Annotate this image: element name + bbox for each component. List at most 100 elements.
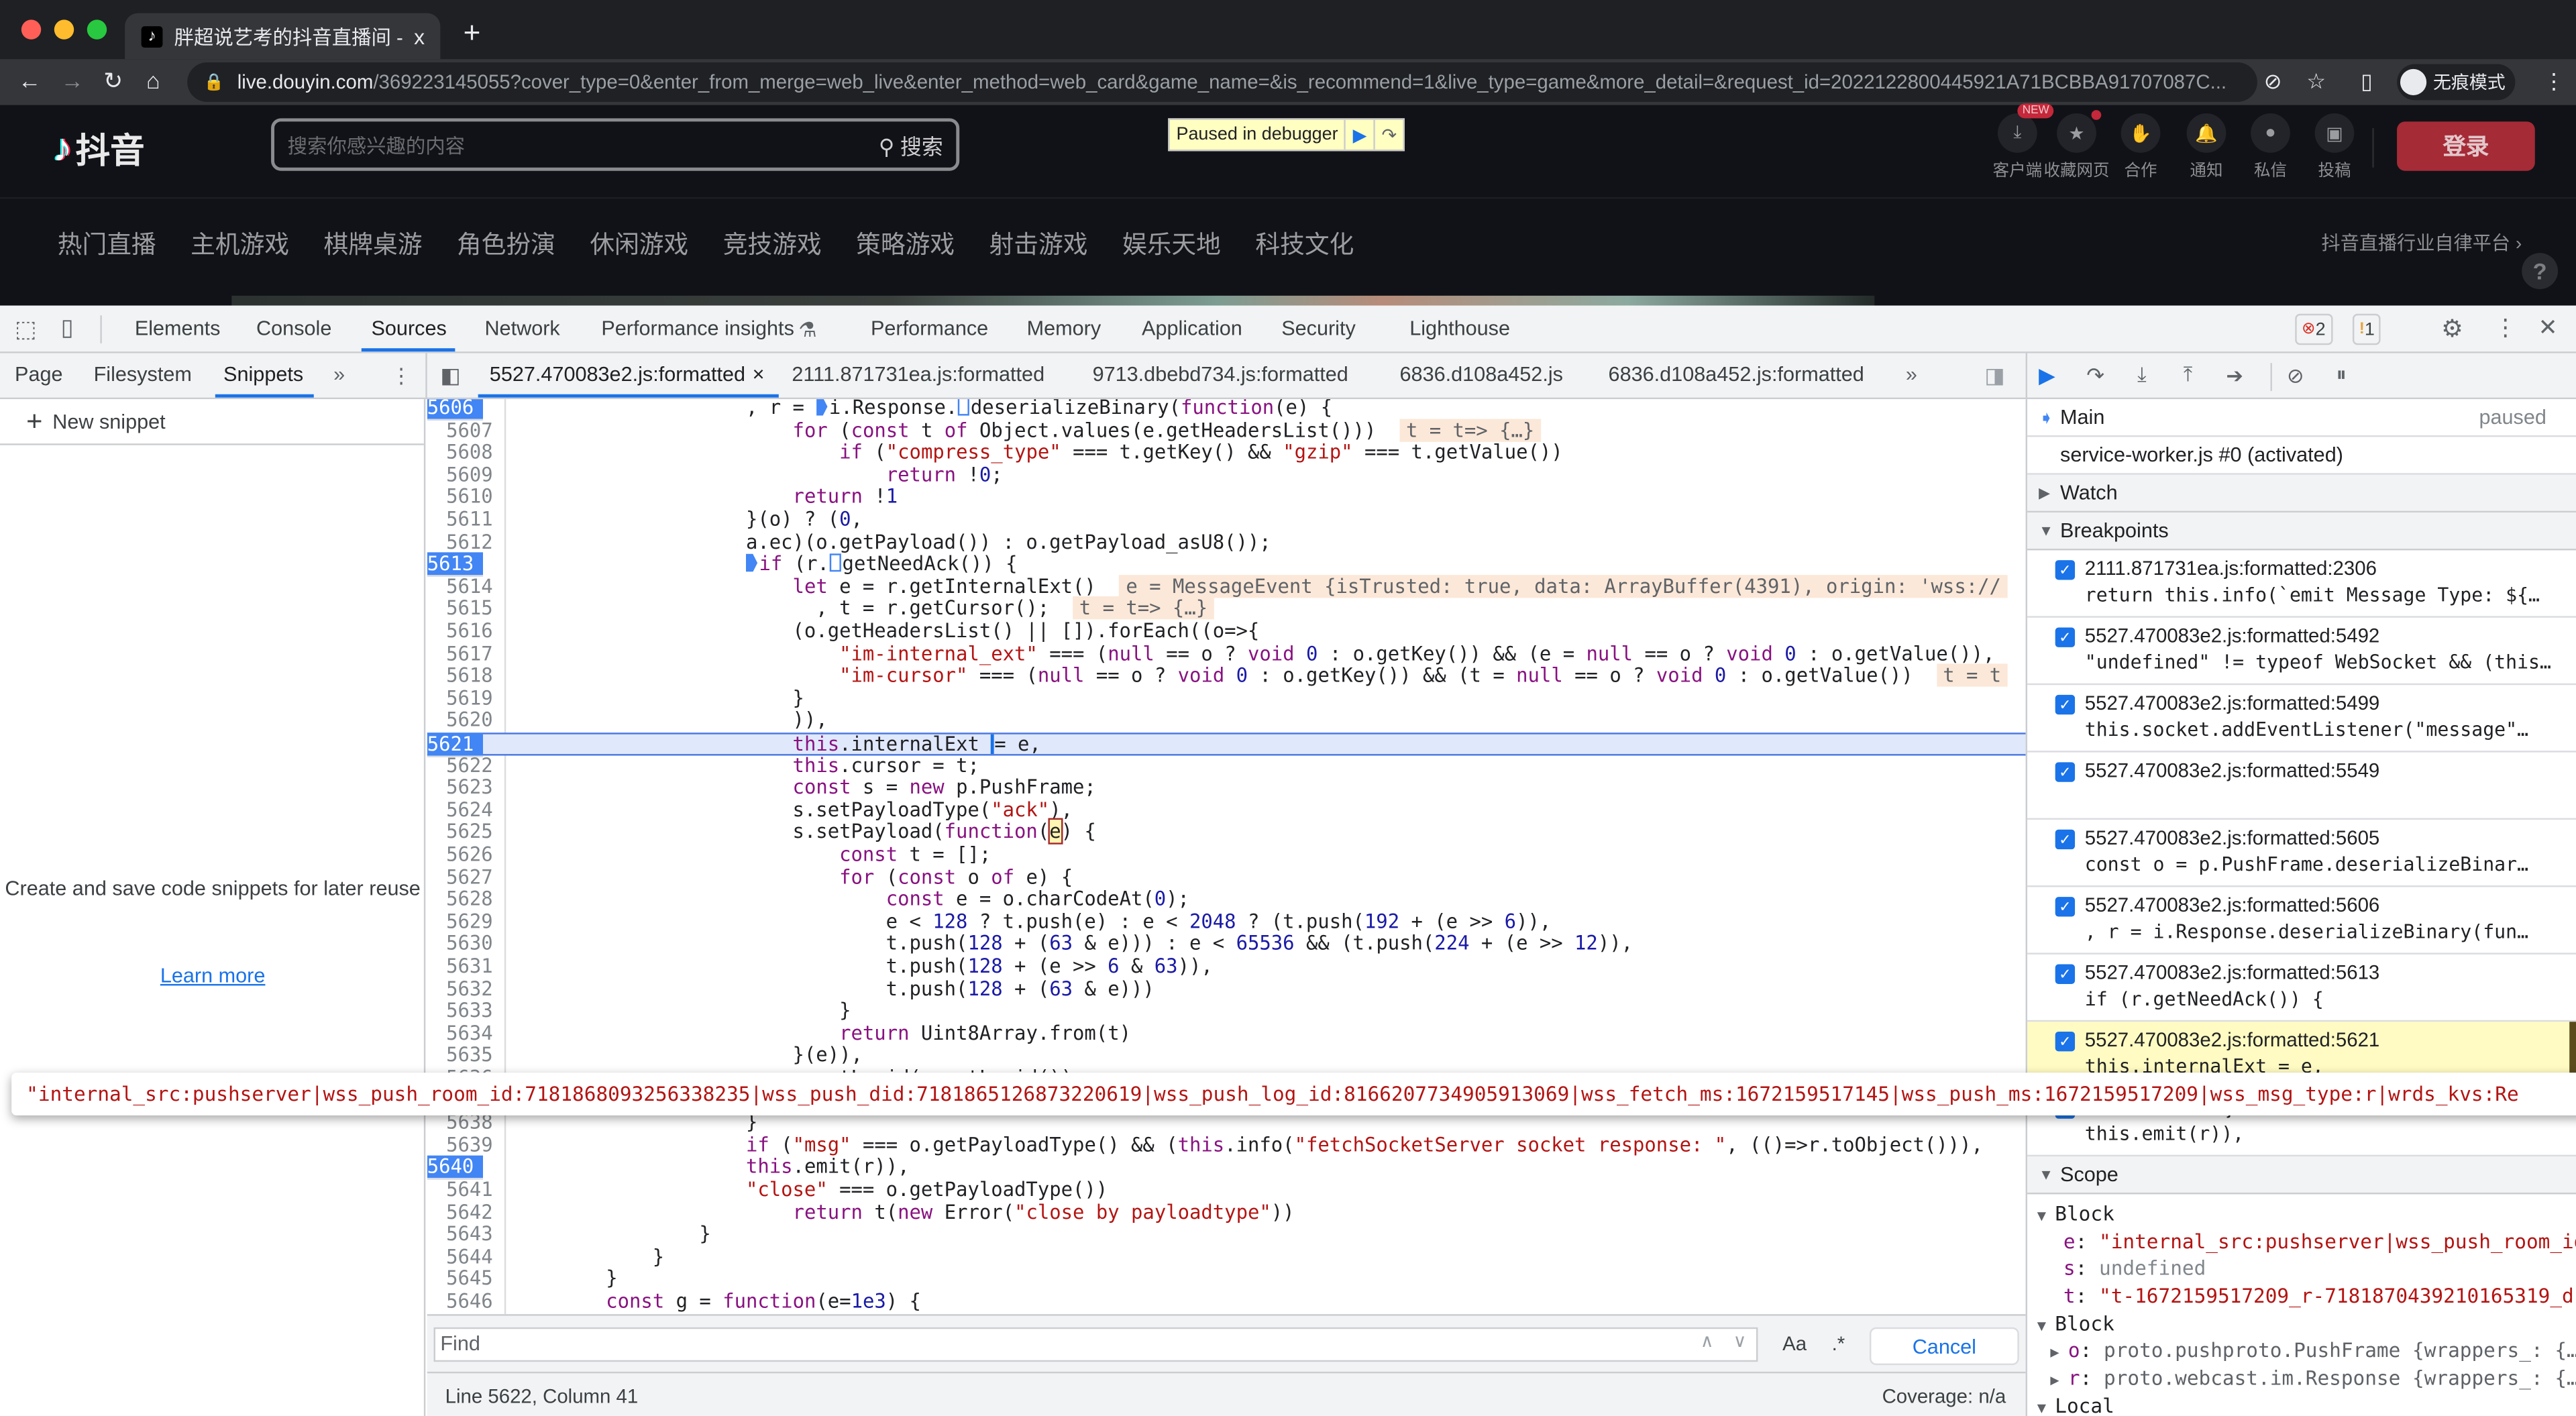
line-number[interactable]: 5609: [427, 464, 503, 487]
pause-on-exceptions-icon[interactable]: ⏸: [2336, 363, 2346, 388]
category-tab[interactable]: 策略游戏: [856, 227, 955, 261]
bookmark-star-icon[interactable]: ☆: [2306, 69, 2326, 95]
breakpoint-checkbox[interactable]: ✓: [2055, 694, 2076, 715]
breakpoint-item[interactable]: ✓ 5527.470083e2.js:formatted:5606 , r = i.…: [2027, 887, 2576, 955]
breakpoint-checkbox[interactable]: ✓: [2055, 762, 2076, 782]
category-tab[interactable]: 娱乐天地: [1122, 227, 1221, 261]
line-number[interactable]: 5639: [427, 1134, 503, 1157]
inline-breakpoint-icon[interactable]: [745, 553, 758, 572]
browser-menu-icon[interactable]: ⋮: [2543, 69, 2565, 95]
navigator-tab-page[interactable]: Page: [15, 363, 63, 386]
tab-application[interactable]: Application: [1142, 317, 1242, 340]
tab-lighthouse[interactable]: Lighthouse: [1409, 317, 1510, 340]
breakpoint-item[interactable]: ✓ 5527.470083e2.js:formatted:5499 this.soc…: [2027, 685, 2576, 753]
find-input[interactable]: Find: [433, 1327, 1758, 1362]
code-line[interactable]: 5642 return t(new Error("close by payloa…: [427, 1201, 2026, 1224]
code-line[interactable]: 5641 "close" === o.getPayloadType()): [427, 1178, 2026, 1201]
breakpoint-item[interactable]: ✓ 5527.470083e2.js:formatted:5613 if (r.ge…: [2027, 955, 2576, 1022]
category-tab[interactable]: 棋牌桌游: [324, 227, 423, 261]
code-line[interactable]: 5616 (o.getHeadersList() || []).forEach(…: [427, 620, 2026, 643]
line-number[interactable]: 5616: [427, 620, 503, 643]
line-number[interactable]: 5634: [427, 1022, 503, 1045]
code-editor[interactable]: 5606 , r = i.Response. deserializeBinary(…: [427, 399, 2026, 1315]
line-number[interactable]: 5633: [427, 999, 503, 1023]
category-tab[interactable]: 竞技游戏: [723, 227, 822, 261]
line-number[interactable]: 5608: [427, 441, 503, 464]
category-tab[interactable]: 科技文化: [1255, 227, 1354, 261]
scope-group[interactable]: ▼ Block: [2027, 1201, 2576, 1228]
forward-icon[interactable]: →: [61, 67, 84, 93]
breakpoint-line-number[interactable]: 5606: [427, 399, 484, 421]
code-line[interactable]: 5614 let e = r.getInternalExt() e = Mess…: [427, 574, 2026, 598]
line-number[interactable]: 5617: [427, 643, 503, 665]
navigator-tab-snippets[interactable]: Snippets: [223, 363, 303, 386]
devtools-menu-icon[interactable]: ⋮: [2494, 314, 2517, 342]
inline-breakpoint-icon[interactable]: [816, 399, 828, 416]
code-line[interactable]: 5633 }: [427, 999, 2026, 1023]
code-line[interactable]: 5617 "im-internal_ext" === (null == o ? …: [427, 642, 2026, 665]
new-tab-button[interactable]: +: [464, 16, 481, 50]
navigator-tab-filesystem[interactable]: Filesystem: [94, 363, 192, 386]
line-number[interactable]: 5631: [427, 955, 503, 978]
code-line[interactable]: 5606 , r = i.Response. deserializeBinary(…: [427, 399, 2026, 421]
login-button[interactable]: 登录: [2397, 121, 2535, 171]
line-number[interactable]: 5641: [427, 1179, 503, 1201]
incognito-profile-button[interactable]: 无痕模式: [2397, 64, 2516, 101]
more-navigator-tabs[interactable]: »: [333, 363, 345, 386]
tab-network[interactable]: Network: [484, 317, 559, 340]
file-tab[interactable]: 2111.871731ea.js:formatted: [792, 363, 1044, 386]
line-number[interactable]: 5643: [427, 1223, 503, 1246]
line-number[interactable]: 5612: [427, 531, 503, 553]
home-icon[interactable]: ⌂: [146, 67, 160, 93]
close-file-tab-icon[interactable]: ×: [753, 363, 765, 386]
code-line[interactable]: 5638 }: [427, 1111, 2026, 1134]
side-panel-icon[interactable]: ▯: [2361, 69, 2373, 95]
header-icon-handshake[interactable]: ✋ 合作: [2108, 113, 2174, 180]
breakpoint-checkbox[interactable]: ✓: [2055, 964, 2076, 984]
line-number[interactable]: 5642: [427, 1201, 503, 1224]
code-line[interactable]: 5607 for (const t of Object.values(e.get…: [427, 418, 2026, 442]
tab-performance-insights[interactable]: Performance insights: [601, 317, 794, 340]
header-icon-star[interactable]: ★ 收藏网页: [2044, 110, 2109, 180]
header-icon-bell[interactable]: 🔔 通知: [2174, 113, 2239, 180]
category-tab[interactable]: 休闲游戏: [590, 227, 688, 261]
inspect-element-icon[interactable]: ⬚: [15, 315, 36, 343]
deactivate-breakpoints-icon[interactable]: ⊘: [2287, 363, 2304, 388]
line-number[interactable]: 5627: [427, 866, 503, 889]
device-toolbar-icon[interactable]: ▯: [61, 314, 74, 342]
breakpoint-checkbox[interactable]: ✓: [2055, 1031, 2076, 1052]
header-icon-download[interactable]: ⤓ NEW 客户端: [1984, 103, 2055, 180]
category-tab[interactable]: 热门直播: [58, 227, 156, 261]
code-line[interactable]: 5611 }(o) ? (0,: [427, 508, 2026, 531]
line-number[interactable]: 5619: [427, 687, 503, 710]
code-line[interactable]: 5646 const g = function(e=1e3) {: [427, 1290, 2026, 1313]
search-button[interactable]: ⚲ 搜索: [879, 129, 943, 160]
code-line[interactable]: 5621 this.internalExt = e,: [427, 732, 2026, 757]
file-tab[interactable]: 9713.dbebd734.js:formatted: [1093, 363, 1348, 386]
line-number[interactable]: 5618: [427, 665, 503, 688]
tab-sources[interactable]: Sources: [371, 317, 446, 340]
learn-more-link[interactable]: Learn more: [0, 965, 425, 987]
douyin-logo[interactable]: ♪ 抖音: [52, 125, 144, 174]
error-count-badge[interactable]: ⊗ 2: [2295, 313, 2332, 345]
file-tab[interactable]: 6836.d108a452.js: [1400, 363, 1563, 386]
breakpoint-item[interactable]: ✓ 5527.470083e2.js:formatted:5492 "undefin…: [2027, 618, 2576, 686]
tab-memory[interactable]: Memory: [1027, 317, 1102, 340]
code-line[interactable]: 5630 t.push(128 + (63 & e))) : e < 65536…: [427, 932, 2026, 956]
back-icon[interactable]: ←: [18, 67, 41, 93]
find-previous-icon[interactable]: ∧: [1701, 1331, 1714, 1352]
breakpoint-item[interactable]: ✓ 2111.871731ea.js:formatted:2306 return t…: [2027, 550, 2576, 618]
step-over-icon[interactable]: ↷: [2086, 363, 2104, 389]
regex-toggle[interactable]: .*: [1832, 1332, 1845, 1355]
scope-group[interactable]: ▼ Local: [2027, 1393, 2576, 1416]
match-case-toggle[interactable]: Aa: [1782, 1332, 1807, 1355]
code-line[interactable]: 5640 this.emit(r)),: [427, 1155, 2026, 1181]
line-number[interactable]: 5638: [427, 1111, 503, 1134]
warning-count-badge[interactable]: ! 1: [2352, 313, 2381, 345]
tracking-protection-icon[interactable]: ⊘: [2264, 69, 2282, 95]
close-window-button[interactable]: [21, 19, 42, 40]
scope-obj[interactable]: ▶ r: proto.webcast.im.Response {wrappers…: [2027, 1365, 2576, 1393]
step-out-icon[interactable]: ⤒: [2184, 363, 2193, 388]
code-line[interactable]: 5635 }(e)),: [427, 1044, 2026, 1068]
watch-section-header[interactable]: ▶ Watch: [2027, 474, 2576, 513]
